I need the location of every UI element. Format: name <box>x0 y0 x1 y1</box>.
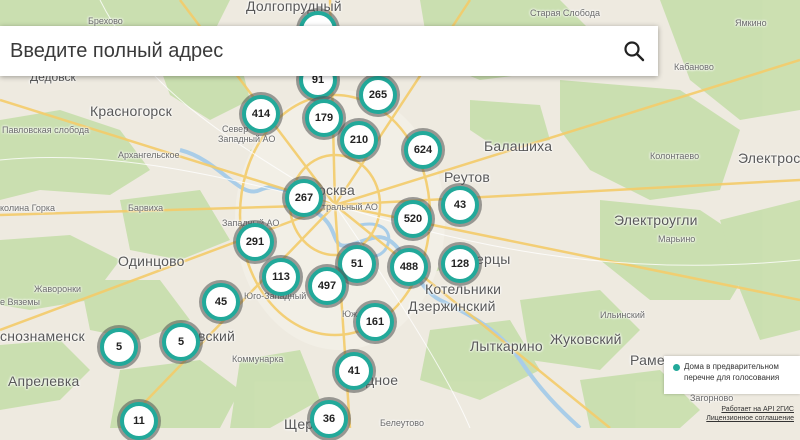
map-cluster-marker[interactable]: 161 <box>356 303 394 341</box>
map-cluster-marker[interactable]: 414 <box>242 95 280 133</box>
map-label-barvikha: Барвиха <box>128 203 164 213</box>
map-cluster-marker[interactable]: 36 <box>310 400 348 438</box>
map-label-zhavoronki: Жаворонки <box>34 284 82 294</box>
map-cluster-marker[interactable]: 497 <box>308 267 346 305</box>
map-cluster-marker[interactable]: 128 <box>441 245 479 283</box>
map-label-ilinsky: Ильинский <box>600 310 645 320</box>
map-label-yuzh: Юж <box>342 309 358 319</box>
map-label-lyubertsy: ерцы <box>476 251 511 267</box>
map-label-belyoutovo: Белеутово <box>380 418 424 428</box>
map-label-pavlovskaya-sloboda: Павловская слобода <box>2 125 90 135</box>
map-credits: Работает на API 2ГИС Лицензионное соглаш… <box>706 405 794 423</box>
map-label-aprelevka: Апрелевка <box>8 373 80 389</box>
map-label-reutov: Реутов <box>444 169 491 185</box>
map-label-elektrougli: Электроугли <box>614 212 698 228</box>
map-label-balashikha: Балашиха <box>484 138 553 154</box>
legend-text: Дома в предварительном перечне для голос… <box>684 362 780 382</box>
map-cluster-marker[interactable]: 11 <box>120 402 158 440</box>
map-label-zagornovo: Загорново <box>690 393 734 403</box>
map-label-zhukovsky: Жуковский <box>550 331 622 347</box>
search-icon <box>624 41 645 62</box>
map-cluster-marker[interactable]: 520 <box>394 200 432 238</box>
map-label-krasnoznamensk: снознаменск <box>0 328 85 344</box>
map-label-tsentralny-ao: тральный АО <box>322 202 378 212</box>
map-cluster-marker[interactable]: 291 <box>236 223 274 261</box>
map-cluster-marker[interactable]: 624 <box>404 131 442 169</box>
legend-marker-dot <box>673 364 680 371</box>
map-label-odintsovo: Одинцово <box>118 253 185 269</box>
map-cluster-marker[interactable]: 43 <box>441 186 479 224</box>
map-cluster-marker[interactable]: 45 <box>202 283 240 321</box>
map-label-dolgoprudny: Долгопрудный <box>246 0 342 14</box>
map-cluster-marker[interactable]: 179 <box>305 99 343 137</box>
map-label-lytkarino: Лыткарино <box>470 338 543 354</box>
map-label-dzerzhinsky: Дзержинский <box>408 298 496 314</box>
map-label-staraya-sloboda: Старая Слобода <box>530 8 600 18</box>
map-label-krasnogorsk: Красногорск <box>90 103 172 119</box>
map-label-elektrostal: Электрост <box>738 150 800 166</box>
map-cluster-marker[interactable]: 210 <box>340 121 378 159</box>
search-button[interactable] <box>610 27 658 75</box>
map-cluster-marker[interactable]: 265 <box>359 76 397 114</box>
map-label-kabanovo: Кабаново <box>674 62 714 72</box>
map-label-kolonia-gorka: колина Горка <box>0 203 56 213</box>
map-label-brehovo: Брехово <box>88 16 123 26</box>
map-cluster-marker[interactable]: 113 <box>262 258 300 296</box>
map-label-moskovsky: вский <box>198 328 236 344</box>
map-cluster-marker[interactable]: 488 <box>390 248 428 286</box>
map-label-moskva: осква <box>318 182 355 198</box>
map-cluster-marker[interactable]: 267 <box>285 179 323 217</box>
address-search-bar <box>0 26 658 76</box>
api-credit-link[interactable]: Работает на API 2ГИС <box>706 405 794 414</box>
map-label-severny: Север <box>222 124 249 134</box>
map-label-vyazemy: е Вяземы <box>0 297 40 307</box>
map-cluster-marker[interactable]: 41 <box>335 352 373 390</box>
map-cluster-marker[interactable]: 5 <box>100 328 138 366</box>
map-label-marino: Марьино <box>658 234 696 244</box>
map-label-yamkino: Ямкино <box>735 18 767 28</box>
map-cluster-marker[interactable]: 5 <box>162 323 200 361</box>
map-legend: Дома в предварительном перечне для голос… <box>664 356 800 394</box>
map-label-arkhangelskoe: Архангельское <box>118 150 180 160</box>
address-search-input[interactable] <box>0 27 610 75</box>
map-label-kotelniki: Котельники <box>425 281 502 297</box>
map-label-kolontaevo: Колонтаево <box>650 151 700 161</box>
map-label-severo-zapadny-ao: Западный АО <box>218 134 276 144</box>
map-label-kommunarka: Коммунарка <box>232 354 284 364</box>
license-link[interactable]: Лицензионное соглашение <box>706 414 794 423</box>
